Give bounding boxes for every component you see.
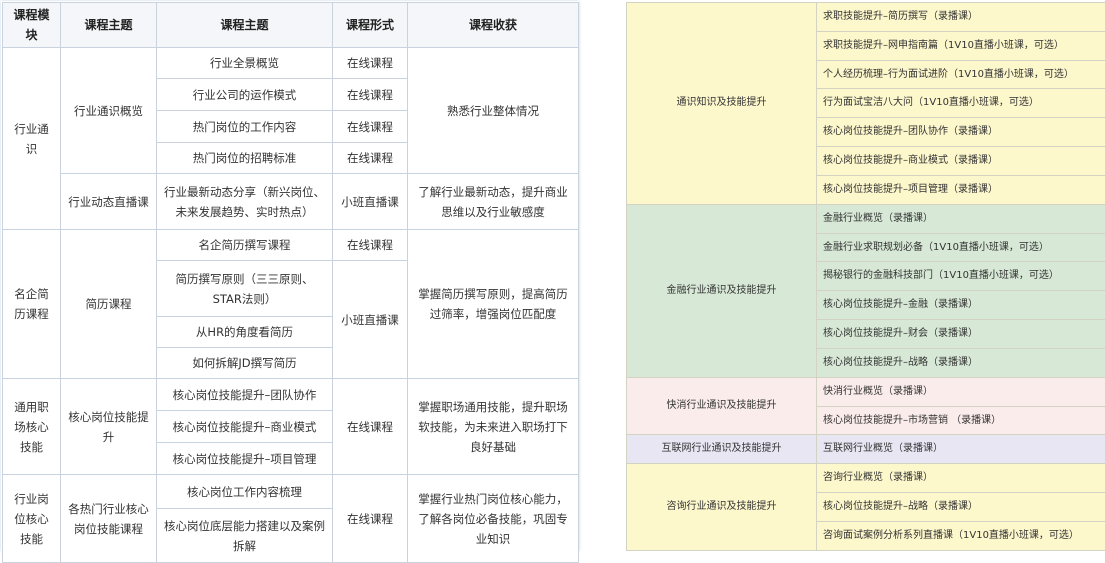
course-item-cell: 咨询行业概览（录播课） (817, 464, 1105, 493)
course-item-cell: 核心岗位技能提升–战略（录播课） (817, 493, 1105, 522)
module-cell: 行业通识 (3, 48, 61, 230)
group-label-cell: 快消行业通识及技能提升 (627, 377, 817, 435)
gain-cell: 掌握行业热门岗位核心能力，了解各岗位必备技能，巩固专业知识 (408, 475, 579, 563)
gain-cell: 了解行业最新动态，提升商业思维以及行业敏感度 (408, 174, 579, 230)
table-row: 金融行业通识及技能提升金融行业概览（录播课） (627, 204, 1105, 233)
subtopic-cell: 热门岗位的工作内容 (157, 111, 333, 143)
format-cell: 在线课程 (333, 475, 408, 563)
gain-cell: 掌握简历撰写原则，提高简历过筛率，增强岗位匹配度 (408, 230, 579, 379)
header-subtopic: 课程主题 (157, 3, 333, 48)
course-item-cell: 核心岗位技能提升–市场营销 （录播课） (817, 406, 1105, 435)
topic-cell: 简历课程 (61, 230, 157, 379)
group-label-cell: 通识知识及技能提升 (627, 3, 817, 205)
course-item-cell: 核心岗位技能提升–项目管理（录播课） (817, 175, 1105, 204)
topic-cell: 各热门行业核心岗位技能课程 (61, 475, 157, 563)
gain-cell: 熟悉行业整体情况 (408, 48, 579, 174)
format-cell: 在线课程 (333, 143, 408, 174)
table-row: 快消行业通识及技能提升快消行业概览（录播课） (627, 377, 1105, 406)
industry-course-table: 通识知识及技能提升求职技能提升–简历撰写（录播课）求职技能提升–网申指南篇（1V… (626, 2, 1105, 551)
format-cell: 在线课程 (333, 48, 408, 79)
subtopic-cell: 行业最新动态分享（新兴岗位、未来发展趋势、实时热点） (157, 174, 333, 230)
group-label-cell: 互联网行业通识及技能提升 (627, 435, 817, 464)
subtopic-cell: 核心岗位技能提升–项目管理 (157, 443, 333, 475)
course-item-cell: 金融行业求职规划必备（1V10直播小班课，可选） (817, 233, 1105, 262)
header-module: 课程模块 (3, 3, 61, 48)
course-item-cell: 核心岗位技能提升–金融（录播课） (817, 291, 1105, 320)
gain-cell: 掌握职场通用技能，提升职场软技能，为未来进入职场打下良好基础 (408, 379, 579, 475)
subtopic-cell: 如何拆解JD撰写简历 (157, 348, 333, 379)
course-item-cell: 揭秘银行的金融科技部门（1V10直播小班课，可选） (817, 262, 1105, 291)
subtopic-cell: 行业全景概览 (157, 48, 333, 79)
topic-cell: 行业通识概览 (61, 48, 157, 174)
subtopic-cell: 热门岗位的招聘标准 (157, 143, 333, 174)
course-item-cell: 金融行业概览（录播课） (817, 204, 1105, 233)
format-cell: 小班直播课 (333, 261, 408, 379)
group-label-cell: 金融行业通识及技能提升 (627, 204, 817, 377)
format-cell: 在线课程 (333, 111, 408, 143)
course-item-cell: 行为面试宝洁八大问（1V10直播小班课，可选） (817, 89, 1105, 118)
format-cell: 小班直播课 (333, 174, 408, 230)
subtopic-cell: 行业公司的运作模式 (157, 79, 333, 111)
format-cell: 在线课程 (333, 79, 408, 111)
course-item-cell: 个人经历梳理–行为面试进阶（1V10直播小班课，可选） (817, 60, 1105, 89)
module-cell: 名企简历课程 (3, 230, 61, 379)
course-item-cell: 快消行业概览（录播课） (817, 377, 1105, 406)
course-module-table: 课程模块 课程主题 课程主题 课程形式 课程收获 行业通识 行业通识概览 行业全… (2, 2, 579, 563)
table-row: 行业通识 行业通识概览 行业全景概览 在线课程 熟悉行业整体情况 (3, 48, 579, 79)
table-row: 名企简历课程 简历课程 名企简历撰写课程 在线课程 掌握简历撰写原则，提高简历过… (3, 230, 579, 261)
table-row: 通用职场核心技能 核心岗位技能提升 核心岗位技能提升–团队协作 在线课程 掌握职… (3, 379, 579, 411)
module-cell: 通用职场核心技能 (3, 379, 61, 475)
table-row: 互联网行业通识及技能提升互联网行业概览（录播课） (627, 435, 1105, 464)
course-item-cell: 核心岗位技能提升–商业模式（录播课） (817, 147, 1105, 176)
module-cell: 行业岗位核心技能 (3, 475, 61, 563)
course-item-cell: 咨询面试案例分析系列直播课（1V10直播小班课，可选） (817, 521, 1105, 550)
header-topic: 课程主题 (61, 3, 157, 48)
table-row: 行业动态直播课 行业最新动态分享（新兴岗位、未来发展趋势、实时热点） 小班直播课… (3, 174, 579, 230)
table-row: 行业岗位核心技能 各热门行业核心岗位技能课程 核心岗位工作内容梳理 在线课程 掌… (3, 475, 579, 509)
topic-cell: 行业动态直播课 (61, 174, 157, 230)
group-label-cell: 咨询行业通识及技能提升 (627, 464, 817, 550)
subtopic-cell: 简历撰写原则（三三原则、STAR法则） (157, 261, 333, 317)
table-header-row: 课程模块 课程主题 课程主题 课程形式 课程收获 (3, 3, 579, 48)
header-format: 课程形式 (333, 3, 408, 48)
course-item-cell: 核心岗位技能提升–战略（录播课） (817, 348, 1105, 377)
topic-cell: 核心岗位技能提升 (61, 379, 157, 475)
subtopic-cell: 名企简历撰写课程 (157, 230, 333, 261)
subtopic-cell: 核心岗位技能提升–团队协作 (157, 379, 333, 411)
subtopic-cell: 核心岗位工作内容梳理 (157, 475, 333, 509)
course-item-cell: 求职技能提升–网申指南篇（1V10直播小班课，可选） (817, 31, 1105, 60)
table-row: 通识知识及技能提升求职技能提升–简历撰写（录播课） (627, 3, 1105, 32)
table-row: 咨询行业通识及技能提升咨询行业概览（录播课） (627, 464, 1105, 493)
header-gain: 课程收获 (408, 3, 579, 48)
course-item-cell: 核心岗位技能提升–团队协作（录播课） (817, 118, 1105, 147)
format-cell: 在线课程 (333, 230, 408, 261)
subtopic-cell: 核心岗位底层能力搭建以及案例拆解 (157, 509, 333, 563)
course-item-cell: 互联网行业概览（录播课） (817, 435, 1105, 464)
format-cell: 在线课程 (333, 379, 408, 475)
course-item-cell: 核心岗位技能提升–财会（录播课） (817, 320, 1105, 349)
subtopic-cell: 核心岗位技能提升–商业模式 (157, 411, 333, 443)
subtopic-cell: 从HR的角度看简历 (157, 317, 333, 348)
course-item-cell: 求职技能提升–简历撰写（录播课） (817, 3, 1105, 32)
